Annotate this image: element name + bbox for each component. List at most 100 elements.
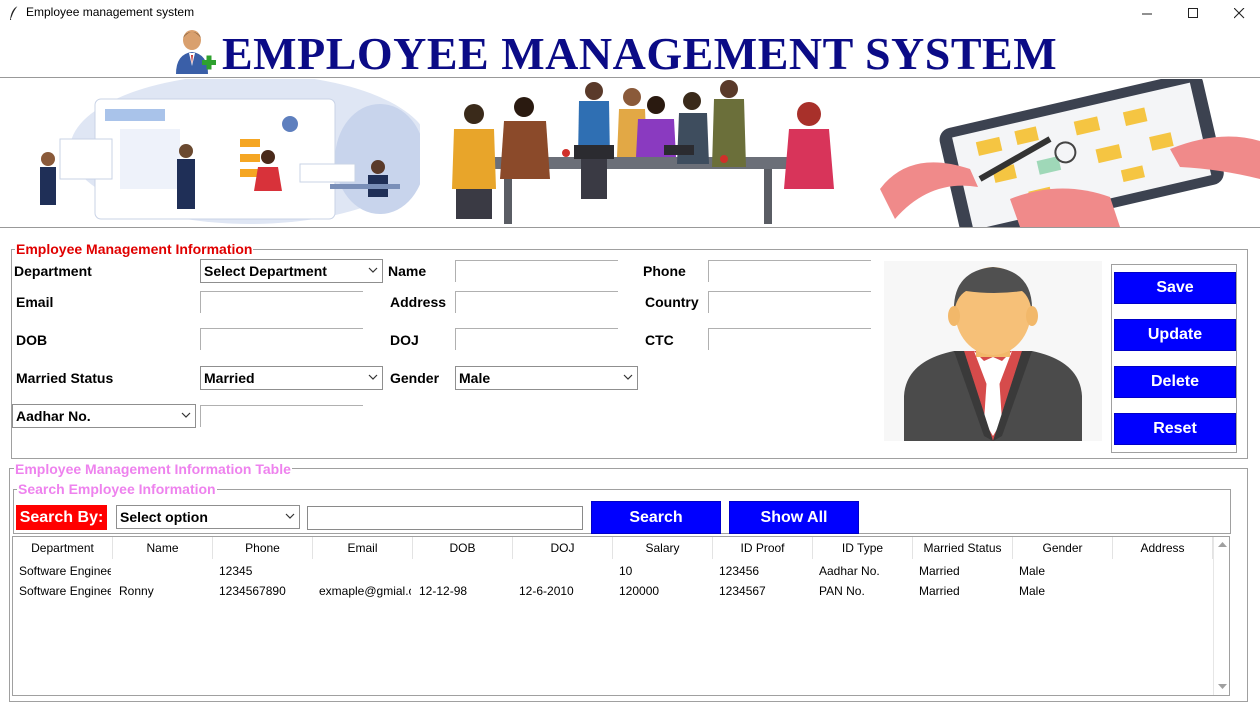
email-label: Email bbox=[16, 294, 54, 310]
table-cell: Married bbox=[919, 584, 960, 598]
email-field[interactable] bbox=[200, 291, 363, 313]
chevron-down-icon bbox=[623, 374, 633, 380]
id-number-field[interactable] bbox=[200, 405, 363, 427]
feather-icon bbox=[10, 5, 19, 20]
country-field[interactable] bbox=[708, 291, 871, 313]
minimize-button[interactable] bbox=[1124, 0, 1170, 26]
column-header[interactable]: Gender bbox=[1013, 537, 1113, 559]
chevron-down-icon bbox=[368, 374, 378, 380]
doj-label: DOJ bbox=[390, 332, 419, 348]
employee-table[interactable]: Department Name Phone Email DOB DOJ Salary ID P… bbox=[12, 536, 1230, 696]
table-row[interactable]: Software Enginee 12345 10 123456 Aadhar No. M… bbox=[13, 562, 1213, 582]
maximize-button[interactable] bbox=[1170, 0, 1216, 26]
scroll-down-icon[interactable] bbox=[1218, 683, 1227, 690]
search-button[interactable]: Search bbox=[591, 501, 721, 534]
address-label: Address bbox=[390, 294, 447, 310]
close-icon bbox=[1233, 7, 1244, 18]
window-title: Employee management system bbox=[26, 5, 195, 19]
married-status-value: Married bbox=[204, 370, 255, 386]
column-header[interactable]: Name bbox=[113, 537, 213, 559]
window-titlebar: Employee management system bbox=[0, 0, 1260, 26]
ctc-label: CTC bbox=[645, 332, 674, 348]
column-header[interactable]: DOJ bbox=[513, 537, 613, 559]
doj-field[interactable] bbox=[455, 328, 618, 350]
app-header: EMPLOYEE MANAGEMENT SYSTEM bbox=[0, 26, 1260, 79]
id-type-select[interactable]: Aadhar No. bbox=[12, 404, 196, 428]
employee-avatar[interactable] bbox=[884, 261, 1102, 441]
table-cell: PAN No. bbox=[819, 584, 865, 598]
phone-field[interactable] bbox=[708, 260, 871, 282]
scroll-up-icon[interactable] bbox=[1218, 541, 1227, 548]
search-option-value: Select option bbox=[120, 509, 208, 525]
vertical-scrollbar[interactable] bbox=[1213, 537, 1229, 695]
department-select-value: Select Department bbox=[204, 263, 327, 279]
column-header[interactable]: ID Type bbox=[813, 537, 913, 559]
table-cell: 10 bbox=[619, 564, 633, 578]
save-button[interactable]: Save bbox=[1114, 272, 1236, 304]
column-header[interactable]: Email bbox=[313, 537, 413, 559]
department-select[interactable]: Select Department bbox=[200, 259, 383, 283]
column-header[interactable]: DOB bbox=[413, 537, 513, 559]
table-cell: 12-12-98 bbox=[419, 584, 468, 598]
minimize-icon bbox=[1141, 13, 1152, 14]
show-all-button[interactable]: Show All bbox=[729, 501, 859, 534]
office-illustration-left bbox=[40, 79, 420, 224]
tablet-planning-illustration bbox=[850, 79, 1260, 227]
page-title: EMPLOYEE MANAGEMENT SYSTEM bbox=[222, 28, 1058, 79]
table-cell: Aadhar No. bbox=[819, 564, 880, 578]
gender-label: Gender bbox=[390, 370, 440, 386]
reset-button[interactable]: Reset bbox=[1114, 413, 1236, 445]
table-cell: 123456 bbox=[719, 564, 760, 578]
chevron-down-icon bbox=[181, 412, 191, 418]
phone-label: Phone bbox=[643, 263, 686, 279]
gender-select[interactable]: Male bbox=[455, 366, 638, 390]
table-cell: Male bbox=[1019, 584, 1046, 598]
column-header[interactable]: Salary bbox=[613, 537, 713, 559]
column-header[interactable]: Phone bbox=[213, 537, 313, 559]
name-label: Name bbox=[388, 263, 427, 279]
search-input[interactable] bbox=[307, 506, 583, 530]
name-field[interactable] bbox=[455, 260, 618, 282]
table-body: Software Enginee 12345 10 123456 Aadhar No. M… bbox=[13, 561, 1213, 695]
gender-value: Male bbox=[459, 370, 491, 386]
table-cell: Software Enginee bbox=[19, 584, 111, 598]
update-button[interactable]: Update bbox=[1114, 319, 1236, 351]
table-cell: exmaple@gmial.c bbox=[319, 584, 411, 598]
employee-info-legend: Employee Management Information bbox=[15, 241, 254, 257]
table-cell: Ronny bbox=[119, 584, 154, 598]
column-header[interactable]: Department bbox=[13, 537, 113, 559]
delete-button[interactable]: Delete bbox=[1114, 366, 1236, 398]
employee-add-icon bbox=[176, 30, 216, 74]
table-cell: Male bbox=[1019, 564, 1046, 578]
id-type-value: Aadhar No. bbox=[16, 408, 91, 424]
chevron-down-icon bbox=[368, 267, 378, 273]
column-header[interactable]: Address bbox=[1113, 537, 1213, 559]
close-button[interactable] bbox=[1216, 0, 1260, 26]
column-header[interactable]: ID Proof bbox=[713, 537, 813, 559]
dob-label: DOB bbox=[16, 332, 48, 348]
dob-field[interactable] bbox=[200, 328, 363, 350]
country-label: Country bbox=[645, 294, 699, 310]
table-cell: 120000 bbox=[619, 584, 660, 598]
team-meeting-illustration bbox=[452, 80, 834, 224]
table-cell: 12-6-2010 bbox=[519, 584, 574, 598]
married-status-label: Married Status bbox=[16, 370, 114, 386]
banner-images bbox=[0, 79, 1260, 228]
table-cell: 1234567890 bbox=[219, 584, 286, 598]
search-by-label: Search By: bbox=[16, 505, 107, 530]
table-cell: Software Enginee bbox=[19, 564, 111, 578]
column-header[interactable]: Married Status bbox=[913, 537, 1013, 559]
address-field[interactable] bbox=[455, 291, 618, 313]
married-status-select[interactable]: Married bbox=[200, 366, 383, 390]
ctc-field[interactable] bbox=[708, 328, 871, 350]
table-cell: 1234567 bbox=[719, 584, 766, 598]
employee-table-legend: Employee Management Information Table bbox=[14, 461, 292, 477]
table-cell: 12345 bbox=[219, 564, 253, 578]
table-row[interactable]: Software Enginee Ronny 1234567890 exmaple@g… bbox=[13, 582, 1213, 602]
search-option-select[interactable]: Select option bbox=[116, 505, 300, 529]
table-cell: Married bbox=[919, 564, 960, 578]
chevron-down-icon bbox=[285, 513, 295, 519]
table-header: Department Name Phone Email DOB DOJ Salary ID P… bbox=[13, 537, 1213, 561]
maximize-icon bbox=[1187, 7, 1198, 18]
search-legend: Search Employee Information bbox=[17, 481, 217, 497]
